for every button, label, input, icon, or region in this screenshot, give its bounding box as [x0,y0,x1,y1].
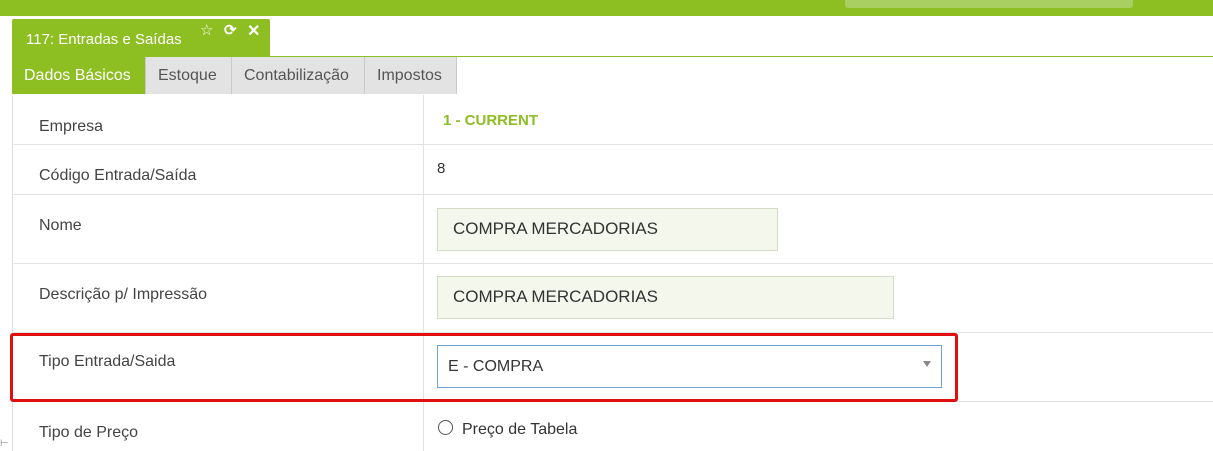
preco-label: Tipo de Preço [39,424,139,441]
tab-contabilizacao[interactable]: Contabilização [232,57,365,94]
refresh-icon[interactable]: ⟳ [224,21,237,39]
window-title: 117: Entradas e Saídas [26,31,182,48]
preco-tabela-label[interactable]: Preço de Tabela [462,421,577,439]
top-bar [0,0,1213,16]
codigo-value: 8 [437,160,446,177]
tab-impostos[interactable]: Impostos [365,57,457,94]
window-tab[interactable]: 117: Entradas e Saídas ☆ ⟳ ✕ [12,19,270,57]
edge-glyph: ⊢ [0,438,9,449]
row-empresa: Empresa 1 - CURRENT [13,95,1213,145]
descricao-label: Descrição p/ Impressão [39,286,208,303]
descricao-field[interactable]: COMPRA MERCADORIAS [437,276,894,319]
close-icon[interactable]: ✕ [247,21,260,41]
empresa-label: Empresa [39,118,104,135]
row-codigo: Código Entrada/Saída 8 [13,145,1213,195]
preco-tabela-radio[interactable] [438,420,453,435]
tipo-select[interactable]: E - COMPRA [437,345,942,388]
star-icon[interactable]: ☆ [200,21,213,39]
chevron-down-icon [923,361,931,367]
basic-data-form: Empresa 1 - CURRENT Código Entrada/Saída… [12,95,1213,451]
tab-dados-basicos[interactable]: Dados Básicos [12,57,146,94]
tipo-label: Tipo Entrada/Saida [39,353,176,370]
nome-field[interactable]: COMPRA MERCADORIAS [437,208,778,251]
row-preco: Tipo de Preço Preço de Tabela [13,402,1213,451]
codigo-label: Código Entrada/Saída [39,167,197,184]
top-search-field[interactable] [845,0,1133,8]
row-nome: Nome COMPRA MERCADORIAS [13,195,1213,264]
section-tabs: Dados Básicos Estoque Contabilização Imp… [12,57,457,94]
tab-estoque[interactable]: Estoque [146,57,232,94]
nome-label: Nome [39,217,82,234]
tipo-select-value: E - COMPRA [448,358,544,375]
row-descricao: Descrição p/ Impressão COMPRA MERCADORIA… [13,264,1213,333]
row-tipo: Tipo Entrada/Saida E - COMPRA [13,333,1213,402]
empresa-value[interactable]: 1 - CURRENT [443,112,538,129]
